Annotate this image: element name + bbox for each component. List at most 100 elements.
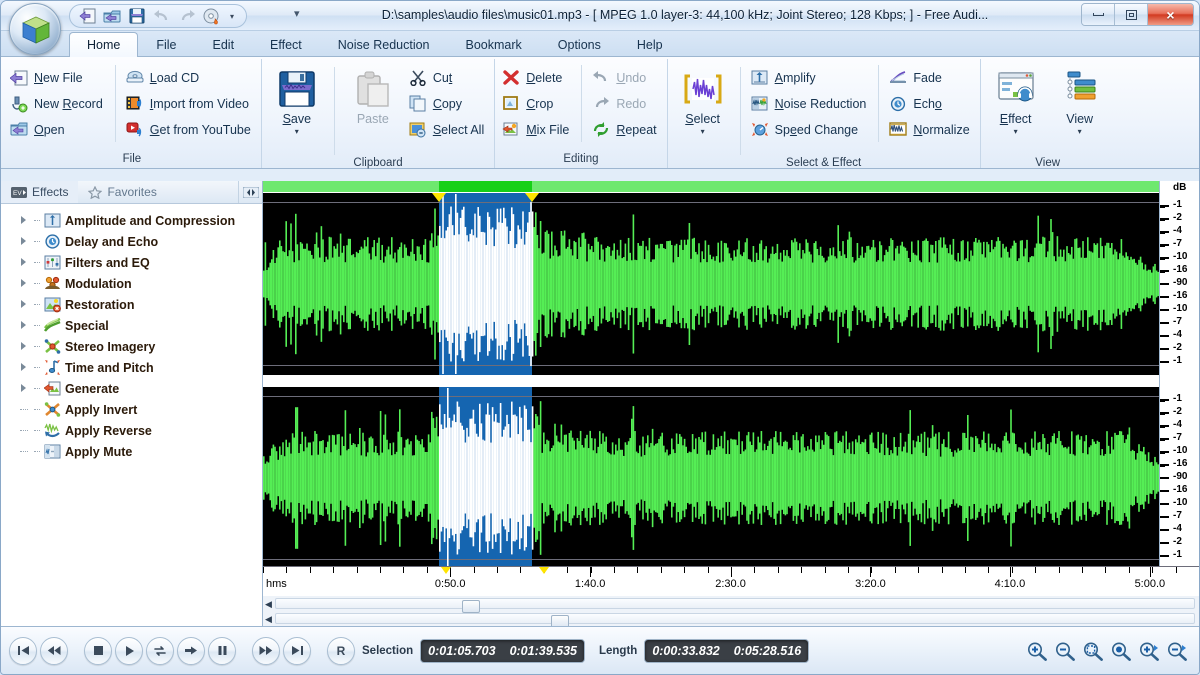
noise-reduction-button[interactable]: Noise Reduction bbox=[748, 91, 873, 116]
rewind-button[interactable] bbox=[40, 637, 68, 665]
delete-button[interactable]: Delete bbox=[499, 65, 575, 90]
fade-button[interactable]: Fade bbox=[886, 65, 975, 90]
zoom-slider-track[interactable] bbox=[275, 613, 1195, 624]
expand-arrow-icon[interactable] bbox=[19, 320, 30, 331]
ribbon-tab-help[interactable]: Help bbox=[619, 32, 681, 56]
record-button[interactable]: R bbox=[327, 637, 355, 665]
mix-file-button[interactable]: Mix File bbox=[499, 117, 575, 142]
effects-tree-item[interactable]: Special bbox=[5, 315, 262, 336]
open-button[interactable]: Open bbox=[7, 117, 109, 142]
length-time-box[interactable]: 0:00:33.832 0:05:28.516 bbox=[644, 639, 809, 663]
zoom-fit-button[interactable] bbox=[1109, 639, 1133, 663]
fast-forward-button[interactable] bbox=[252, 637, 280, 665]
zoom-vertical-out-button[interactable] bbox=[1165, 639, 1189, 663]
stop-button[interactable] bbox=[84, 637, 112, 665]
expand-arrow-icon[interactable] bbox=[19, 362, 30, 373]
horizontal-scrollbar[interactable]: ◀ bbox=[263, 596, 1199, 610]
crop-button[interactable]: Crop bbox=[499, 91, 575, 116]
ribbon-tab-noise-reduction[interactable]: Noise Reduction bbox=[320, 32, 448, 56]
redo-button[interactable]: Redo bbox=[589, 91, 662, 116]
effects-tree-item[interactable]: Filters and EQ bbox=[5, 252, 262, 273]
time-ruler[interactable]: hms0:50.01:40.02:30.03:20.04:10.05:00.0 bbox=[263, 566, 1199, 596]
loop-button[interactable] bbox=[146, 637, 174, 665]
expand-arrow-icon[interactable] bbox=[19, 257, 30, 268]
ribbon-tab-bookmark[interactable]: Bookmark bbox=[448, 32, 540, 56]
effects-tree-item[interactable]: Modulation bbox=[5, 273, 262, 294]
waveform-canvas[interactable] bbox=[263, 181, 1159, 566]
save-button[interactable]: Save▾ bbox=[266, 65, 328, 155]
zoom-out-button[interactable] bbox=[1053, 639, 1077, 663]
ribbon-tab-effect[interactable]: Effect bbox=[252, 32, 320, 56]
cut-button[interactable]: Cut bbox=[406, 65, 490, 90]
skip-to-end-button[interactable] bbox=[283, 637, 311, 665]
sidebar-tab-favorites[interactable]: Favorites bbox=[78, 181, 166, 203]
selection-time-box[interactable]: 0:01:05.703 0:01:39.535 bbox=[420, 639, 585, 663]
expand-arrow-icon[interactable] bbox=[19, 341, 30, 352]
view-button[interactable]: View▾ bbox=[1049, 65, 1111, 155]
repeat-button[interactable]: Repeat bbox=[589, 117, 662, 142]
ribbon-tab-file[interactable]: File bbox=[138, 32, 194, 56]
sidebar-nav-buttons[interactable] bbox=[238, 181, 262, 203]
new-file-button[interactable]: New File bbox=[7, 65, 109, 90]
effects-tree-item[interactable]: Amplitude and Compression bbox=[5, 210, 262, 231]
zoom-slider[interactable]: ◀ bbox=[263, 611, 1199, 625]
undo-button[interactable]: Undo bbox=[589, 65, 662, 90]
effects-tree-item[interactable]: Restoration bbox=[5, 294, 262, 315]
load-cd-button[interactable]: Load CD bbox=[123, 65, 257, 90]
dropdown-caret-icon[interactable]: ▾ bbox=[1014, 127, 1018, 136]
audio-channel-1[interactable] bbox=[263, 193, 1159, 375]
scroll-left-icon[interactable]: ◀ bbox=[265, 599, 272, 610]
minimize-button[interactable] bbox=[1082, 4, 1115, 25]
get-from-youtube-button[interactable]: Get from YouTube bbox=[123, 117, 257, 142]
effects-tree-item[interactable]: Apply Invert bbox=[5, 399, 262, 420]
selection-end-marker[interactable] bbox=[525, 193, 539, 202]
normalize-button[interactable]: Normalize bbox=[886, 117, 975, 142]
skip-to-start-button[interactable] bbox=[9, 637, 37, 665]
dropdown-caret-icon[interactable]: ▾ bbox=[701, 127, 705, 136]
expand-arrow-icon[interactable] bbox=[19, 236, 30, 247]
new-record-button[interactable]: New Record bbox=[7, 91, 109, 116]
zoom-vertical-in-button[interactable] bbox=[1137, 639, 1161, 663]
scroll-track[interactable] bbox=[275, 598, 1195, 609]
expand-arrow-icon[interactable] bbox=[19, 215, 30, 226]
zoom-selection-button[interactable] bbox=[1081, 639, 1105, 663]
effects-tree-item[interactable]: Delay and Echo bbox=[5, 231, 262, 252]
ruler-selection-start-marker[interactable] bbox=[441, 567, 451, 574]
select-all-button[interactable]: Select All bbox=[406, 117, 490, 142]
window-controls: × bbox=[1081, 3, 1194, 26]
sidebar-tab-effects[interactable]: EV Effects bbox=[1, 181, 78, 203]
amplify-button[interactable]: Amplify bbox=[748, 65, 873, 90]
selection-start-marker[interactable] bbox=[432, 193, 446, 202]
pause-button[interactable] bbox=[208, 637, 236, 665]
speed-change-button[interactable]: Speed Change bbox=[748, 117, 873, 142]
effect-button[interactable]: Effect▾ bbox=[985, 65, 1047, 155]
paste-button[interactable]: Paste bbox=[342, 65, 404, 155]
zoom-in-button[interactable] bbox=[1025, 639, 1049, 663]
close-button[interactable]: × bbox=[1148, 4, 1193, 25]
effects-tree-item[interactable]: Apply Mute bbox=[5, 441, 262, 462]
dropdown-caret-icon[interactable]: ▾ bbox=[1078, 127, 1082, 136]
audio-channel-2[interactable] bbox=[263, 387, 1159, 569]
effects-tree-item[interactable]: Time and Pitch bbox=[5, 357, 262, 378]
effects-tree-item[interactable]: Generate bbox=[5, 378, 262, 399]
ruler-selection-end-marker[interactable] bbox=[539, 567, 549, 574]
overview-bar[interactable] bbox=[263, 181, 1159, 193]
effects-tree-item[interactable]: Stereo Imagery bbox=[5, 336, 262, 357]
play-button[interactable] bbox=[115, 637, 143, 665]
expand-arrow-icon[interactable] bbox=[19, 299, 30, 310]
expand-arrow-icon[interactable] bbox=[19, 278, 30, 289]
ribbon-tab-home[interactable]: Home bbox=[69, 32, 138, 57]
copy-button[interactable]: Copy bbox=[406, 91, 490, 116]
select-button[interactable]: Select▾ bbox=[672, 65, 734, 155]
echo-button[interactable]: Echo bbox=[886, 91, 975, 116]
forward-button[interactable] bbox=[177, 637, 205, 665]
dropdown-caret-icon[interactable]: ▾ bbox=[295, 127, 299, 136]
expand-arrow-icon[interactable] bbox=[19, 383, 30, 394]
ribbon-tab-options[interactable]: Options bbox=[540, 32, 619, 56]
ribbon-tab-edit[interactable]: Edit bbox=[195, 32, 253, 56]
zoom-slider-left-icon[interactable]: ◀ bbox=[265, 614, 272, 625]
app-menu-orb-button[interactable] bbox=[9, 3, 61, 55]
restore-button[interactable] bbox=[1115, 4, 1148, 25]
import-from-video-button[interactable]: Import from Video bbox=[123, 91, 257, 116]
effects-tree-item[interactable]: Apply Reverse bbox=[5, 420, 262, 441]
